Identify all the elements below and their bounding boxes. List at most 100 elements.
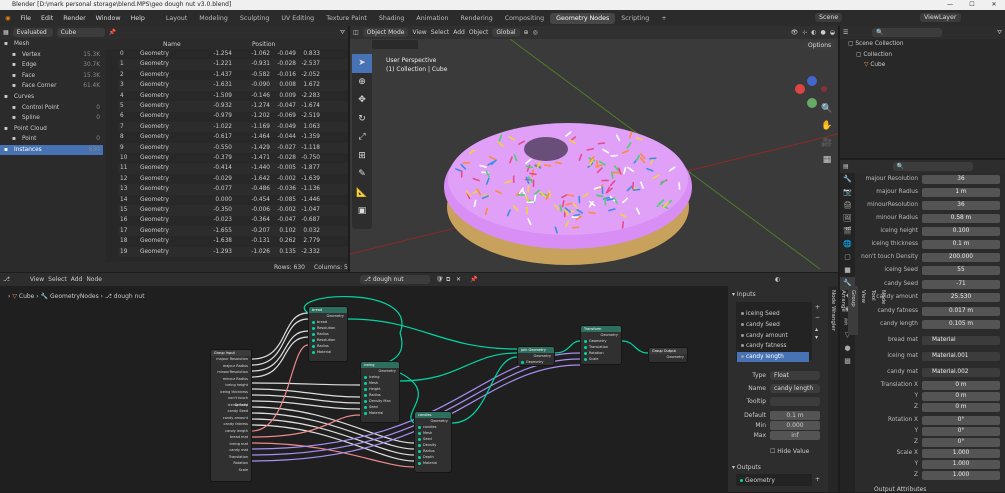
table-row[interactable]: 3Geometry-1.631-0.0900.0081.672: [118, 80, 348, 91]
table-row[interactable]: 7Geometry-1.022-1.169-0.0491.063: [118, 122, 348, 133]
domain-item[interactable]: ▪Control Point0: [0, 103, 103, 113]
tab-scripting[interactable]: Scripting: [615, 13, 655, 24]
viewport-menu-view[interactable]: View: [412, 29, 426, 36]
viewport-menu-object[interactable]: Object: [469, 29, 489, 36]
modifier-input-value[interactable]: 200.000: [922, 253, 1000, 262]
hide-value-checkbox[interactable]: ☐ Hide Value: [770, 448, 809, 455]
move-up-icon[interactable]: ▴: [815, 326, 818, 333]
output-item[interactable]: Geometry: [740, 477, 775, 484]
domain-item[interactable]: ▪Curves: [0, 92, 103, 102]
tab-sculpting[interactable]: Sculpting: [234, 13, 275, 24]
table-row[interactable]: 15Geometry-0.350-0.006-0.002-1.047: [118, 205, 348, 216]
node-group-output[interactable]: Group Output Geometry: [648, 347, 688, 363]
viewport-menu-select[interactable]: Select: [431, 29, 450, 36]
modifier-input-value[interactable]: 0.105 m: [922, 320, 1000, 329]
modifier-input-value[interactable]: 0.1 m: [922, 240, 1000, 249]
zoom-icon[interactable]: 🔍: [820, 101, 834, 118]
sidebar-tab-view[interactable]: View: [858, 286, 868, 335]
outliner-item[interactable]: ▢ Collection: [856, 52, 892, 58]
gizmo-x[interactable]: [795, 84, 805, 94]
domain-item[interactable]: ▪Instances630: [0, 145, 103, 155]
modifier-input-value[interactable]: Material.001: [922, 352, 1000, 361]
grid-icon[interactable]: ▦: [820, 152, 834, 169]
modifier-input-value[interactable]: 55: [922, 266, 1000, 275]
modifier-input-value[interactable]: 0.58 m: [922, 214, 1000, 223]
modifier-input-value[interactable]: Material.002: [922, 368, 1000, 377]
scene-selector[interactable]: Scene: [815, 13, 842, 22]
domain-item[interactable]: ▪Face15.3K: [0, 71, 103, 81]
node-transform[interactable]: Transform GeometryGeometryTranslationRot…: [580, 325, 622, 365]
modifier-input-value[interactable]: 0 m: [922, 381, 1000, 390]
viewport-menu-add[interactable]: Add: [453, 29, 465, 36]
node-overlay-icon[interactable]: ◐: [775, 276, 780, 283]
table-row[interactable]: 14Geometry0.000-0.454-0.085-1.446: [118, 195, 348, 206]
modifier-input-value[interactable]: 25.530: [922, 293, 1000, 302]
group-input-item[interactable]: candy fatness: [737, 341, 809, 351]
domain-item[interactable]: ▪Mesh: [0, 39, 103, 49]
table-row[interactable]: 1Geometry-1.221-0.931-0.028-2.537: [118, 59, 348, 70]
gizmo-icon[interactable]: ⊹: [802, 29, 807, 36]
outliner-filter-icon[interactable]: ⛛: [997, 29, 1002, 37]
tab-uv-editing[interactable]: UV Editing: [275, 13, 320, 24]
socket[interactable]: Geometry: [649, 354, 687, 360]
gizmo-neg-x[interactable]: [821, 86, 827, 92]
proportional-icon[interactable]: ◎: [533, 29, 538, 36]
menu-help[interactable]: Help: [126, 15, 150, 22]
default-field[interactable]: 0.1 m: [770, 411, 820, 420]
modifier-input-value[interactable]: 1.000: [922, 460, 1000, 469]
domain-item[interactable]: ▪Point0: [0, 134, 103, 144]
domain-item[interactable]: ▪Spline0: [0, 113, 103, 123]
sidebar-tab-tool[interactable]: Tool: [868, 286, 878, 335]
table-row[interactable]: 11Geometry-0.414-1.440-0.005-1.877: [118, 163, 348, 174]
object-field[interactable]: Cube: [57, 28, 105, 37]
group-input-item[interactable]: iceing Seed: [737, 309, 809, 319]
tab-modeling[interactable]: Modeling: [193, 13, 234, 24]
table-row[interactable]: 6Geometry-0.979-1.202-0.069-2.519: [118, 111, 348, 122]
socket[interactable]: Geometry: [518, 359, 554, 365]
socket-output[interactable]: Scale: [211, 467, 251, 474]
group-input-item[interactable]: candy amount: [737, 331, 809, 341]
table-row[interactable]: 8Geometry-0.617-1.464-0.044-1.359: [118, 132, 348, 143]
table-row[interactable]: 12Geometry-0.029-1.642-0.002-1.639: [118, 174, 348, 185]
sidebar-tab-node-wrangler[interactable]: Node Wrangler: [828, 286, 838, 335]
menu-window[interactable]: Window: [91, 15, 126, 22]
socket[interactable]: Material: [415, 460, 451, 466]
socket[interactable]: Scale: [581, 356, 621, 362]
socket-output[interactable]: minourResolution: [211, 369, 251, 376]
table-row[interactable]: 10Geometry-0.379-1.471-0.028-0.750: [118, 153, 348, 164]
camera-icon[interactable]: 🎥: [820, 135, 834, 152]
socket-output[interactable]: majour Resolution: [211, 356, 251, 363]
tab-geometry-nodes[interactable]: Geometry Nodes: [550, 13, 615, 24]
tab-animation[interactable]: Animation: [410, 13, 454, 24]
socket[interactable]: Material: [361, 410, 399, 416]
tab-texture-paint[interactable]: Texture Paint: [320, 13, 373, 24]
pin-icon[interactable]: 📌: [109, 29, 116, 36]
minimize-icon[interactable]: —: [939, 0, 961, 10]
properties-editor-icon[interactable]: ▤: [843, 163, 849, 170]
snap-icon[interactable]: ⊕: [524, 29, 529, 36]
group-input-item[interactable]: candy length: [737, 352, 809, 362]
tooltip-field[interactable]: [770, 397, 820, 406]
node-join-geometry[interactable]: Join Geometry GeometryGeometry: [517, 346, 555, 366]
remove-input-icon[interactable]: −: [815, 314, 820, 321]
node-iceing[interactable]: iceing GeometryiceingMeshHeightRadiusDen…: [360, 361, 400, 423]
outliner-editor-icon[interactable]: ☰: [843, 29, 848, 36]
modifier-input-value[interactable]: 0.017 m: [922, 307, 1000, 316]
sidebar-tab-group[interactable]: Group: [848, 286, 858, 335]
modifier-input-value[interactable]: 0°: [922, 427, 1000, 436]
pan-hand-icon[interactable]: ✋: [820, 118, 834, 135]
outliner-search[interactable]: 🔍: [872, 28, 942, 37]
domain-item[interactable]: ▪Point Cloud: [0, 124, 103, 134]
table-row[interactable]: 19Geometry-1.293-1.0260.135-2.332: [118, 247, 348, 258]
spreadsheet-editor-icon[interactable]: ▦: [3, 29, 9, 36]
viewport-editor-icon[interactable]: ◫: [353, 29, 359, 36]
min-field[interactable]: 0.000: [770, 421, 820, 430]
menu-edit[interactable]: Edit: [36, 15, 58, 22]
modifier-input-value[interactable]: 0°: [922, 438, 1000, 447]
overlay-icon[interactable]: ◐: [811, 29, 816, 36]
shading-solid-icon[interactable]: ●: [821, 29, 826, 36]
properties-search[interactable]: 🔍: [893, 162, 973, 171]
maximize-icon[interactable]: ☐: [961, 0, 983, 10]
modifier-input-value[interactable]: 36: [922, 175, 1000, 184]
domain-item[interactable]: ▪Edge30.7K: [0, 60, 103, 70]
